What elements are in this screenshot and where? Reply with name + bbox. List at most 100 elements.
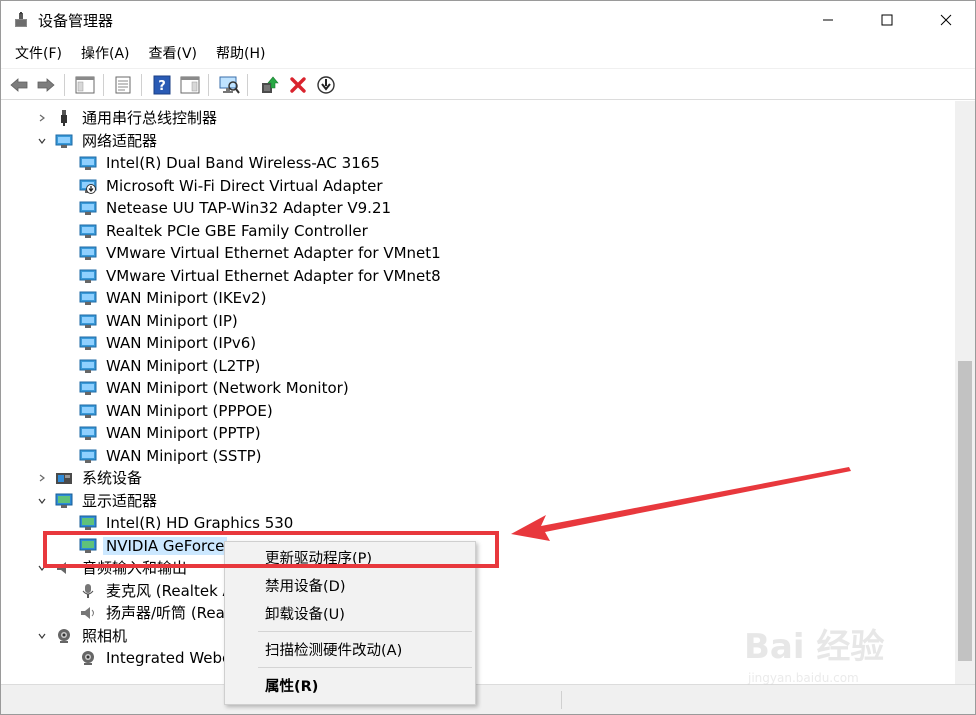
forward-button[interactable]: [34, 73, 58, 97]
tree-row-label: WAN Miniport (IPv6): [106, 334, 257, 352]
disable-device-button[interactable]: [314, 73, 338, 97]
tree-device-row[interactable]: VMware Virtual Ethernet Adapter for VMne…: [1, 265, 955, 287]
context-menu-scan-hardware[interactable]: 扫描检测硬件改动(A): [225, 638, 475, 664]
network-adapter-icon: [79, 223, 97, 239]
context-menu-separator: [258, 631, 472, 632]
tree-device-row[interactable]: WAN Miniport (IPv6): [1, 332, 955, 354]
title-bar[interactable]: 设备管理器: [1, 1, 975, 39]
annotation-highlight-box: [43, 531, 499, 568]
tree-device-row[interactable]: Realtek PCIe GBE Family Controller: [1, 220, 955, 242]
tree-device-row[interactable]: WAN Miniport (PPPOE): [1, 400, 955, 422]
network-adapter-icon: [79, 403, 97, 419]
device-manager-app-icon: [13, 12, 29, 28]
maximize-button[interactable]: [858, 1, 916, 39]
context-menu-disable-device[interactable]: 禁用设备(D): [225, 574, 475, 600]
close-button[interactable]: [917, 1, 975, 39]
tree-row-label: WAN Miniport (L2TP): [106, 356, 261, 375]
context-menu-uninstall-device[interactable]: 卸载设备(U): [225, 602, 475, 628]
tree-device-row[interactable]: WAN Miniport (SSTP): [1, 445, 955, 467]
watermark-logo-text: Bai 经验: [744, 627, 885, 667]
show-action-pane-button[interactable]: [178, 73, 202, 97]
tree-device-row[interactable]: WAN Miniport (PPTP): [1, 422, 955, 444]
tree-row-label: VMware Virtual Ethernet Adapter for VMne…: [106, 244, 441, 262]
uninstall-device-button[interactable]: [286, 73, 310, 97]
back-arrow-icon: [10, 78, 28, 92]
help-button[interactable]: ?: [150, 73, 174, 97]
network-adapter-icon: [79, 155, 97, 171]
tree-category-row[interactable]: 系统设备: [1, 467, 955, 489]
tree-row-label: Realtek PCIe GBE Family Controller: [106, 221, 368, 240]
show-hide-console-tree-button[interactable]: [73, 73, 97, 97]
chevron-down-icon[interactable]: [35, 625, 49, 647]
device-manager-window: 设备管理器 文件(F) 操作(A) 查看(V) 帮助(H) ? 通用串行总线控制…: [0, 0, 976, 715]
tree-category-row[interactable]: 显示适配器: [1, 490, 955, 512]
tree-device-row[interactable]: WAN Miniport (IKEv2): [1, 287, 955, 309]
properties-sheet-icon: [115, 76, 131, 94]
context-menu-label: 扫描检测硬件改动(A): [265, 643, 403, 659]
menu-file[interactable]: 文件(F): [8, 41, 69, 67]
forward-arrow-icon: [37, 78, 55, 92]
tree-device-row[interactable]: Intel(R) Dual Band Wireless-AC 3165: [1, 152, 955, 174]
chevron-right-icon[interactable]: [35, 467, 49, 489]
minimize-button[interactable]: [799, 1, 857, 39]
vertical-scrollbar[interactable]: [955, 101, 975, 684]
update-driver-button[interactable]: [257, 73, 281, 97]
speaker-icon: [79, 605, 97, 621]
tree-device-row[interactable]: Netease UU TAP-Win32 Adapter V9.21: [1, 197, 955, 219]
context-menu-separator: [258, 667, 472, 668]
console-tree-icon: [75, 76, 95, 94]
context-menu-properties[interactable]: 属性(R): [225, 674, 475, 700]
tree-row-label: Intel(R) Dual Band Wireless-AC 3165: [106, 154, 380, 172]
svg-text:?: ?: [158, 79, 166, 94]
tree-row-label: 系统设备: [82, 469, 143, 487]
network-adapter-icon: [79, 358, 97, 374]
tree-row-label: 显示适配器: [82, 491, 158, 510]
scrollbar-thumb[interactable]: [958, 361, 972, 661]
tree-row-label: WAN Miniport (IKEv2): [106, 289, 267, 307]
tree-row-label: WAN Miniport (IP): [106, 311, 238, 330]
menu-bar: 文件(F) 操作(A) 查看(V) 帮助(H): [1, 41, 975, 67]
tree-row-label: VMware Virtual Ethernet Adapter for VMne…: [106, 266, 441, 285]
tree-row-label: 通用串行总线控制器: [82, 109, 218, 127]
chevron-down-icon[interactable]: [35, 490, 49, 512]
tree-device-row[interactable]: Microsoft Wi-Fi Direct Virtual Adapter: [1, 175, 955, 197]
menu-view[interactable]: 查看(V): [142, 41, 205, 67]
tree-row-label: WAN Miniport (SSTP): [106, 446, 262, 465]
context-menu-label: 卸载设备(U): [265, 607, 345, 623]
network-adapter-icon: [79, 268, 97, 284]
tree-device-row[interactable]: WAN Miniport (L2TP): [1, 355, 955, 377]
toolbar-separator: [64, 74, 65, 96]
download-circle-icon: [317, 76, 335, 94]
microphone-icon: [79, 583, 97, 599]
device-tree[interactable]: 通用串行总线控制器 网络适配器 Intel(R) Dual Band Wireles…: [1, 101, 955, 684]
tree-category-row[interactable]: 网络适配器: [1, 130, 955, 152]
delete-x-icon: [290, 77, 306, 93]
chevron-right-icon[interactable]: [35, 107, 49, 129]
tree-device-row[interactable]: WAN Miniport (IP): [1, 310, 955, 332]
tree-device-row[interactable]: 麦克风 (Realtek A: [1, 580, 955, 602]
network-adapter-icon: [79, 448, 97, 464]
tree-category-row[interactable]: 通用串行总线控制器: [1, 107, 955, 129]
camera-icon: [79, 650, 97, 666]
network-adapter-icon: [79, 245, 97, 261]
tree-row-label: Integrated Webca: [106, 649, 240, 667]
network-adapter-icon: [79, 425, 97, 441]
tree-row-label: 网络适配器: [82, 131, 158, 150]
toolbar-separator: [208, 74, 209, 96]
menu-action[interactable]: 操作(A): [74, 41, 137, 67]
help-question-icon: ?: [153, 75, 171, 95]
properties-button[interactable]: [111, 73, 135, 97]
toolbar-separator: [247, 74, 248, 96]
tree-device-row[interactable]: VMware Virtual Ethernet Adapter for VMne…: [1, 242, 955, 264]
tree-row-label: 扬声器/听筒 (Rea: [106, 604, 225, 622]
scan-hardware-button[interactable]: [217, 73, 241, 97]
network-adapter-icon: [79, 200, 97, 216]
tree-device-row[interactable]: WAN Miniport (Network Monitor): [1, 377, 955, 399]
network-adapter-disabled-icon: [79, 178, 97, 194]
menu-help[interactable]: 帮助(H): [209, 41, 272, 67]
back-button[interactable]: [7, 73, 31, 97]
tree-row-label: Intel(R) HD Graphics 530: [106, 514, 294, 532]
chevron-down-icon[interactable]: [35, 130, 49, 152]
tree-row-label: WAN Miniport (PPPOE): [106, 401, 273, 420]
display-adapter-icon: [79, 515, 97, 531]
